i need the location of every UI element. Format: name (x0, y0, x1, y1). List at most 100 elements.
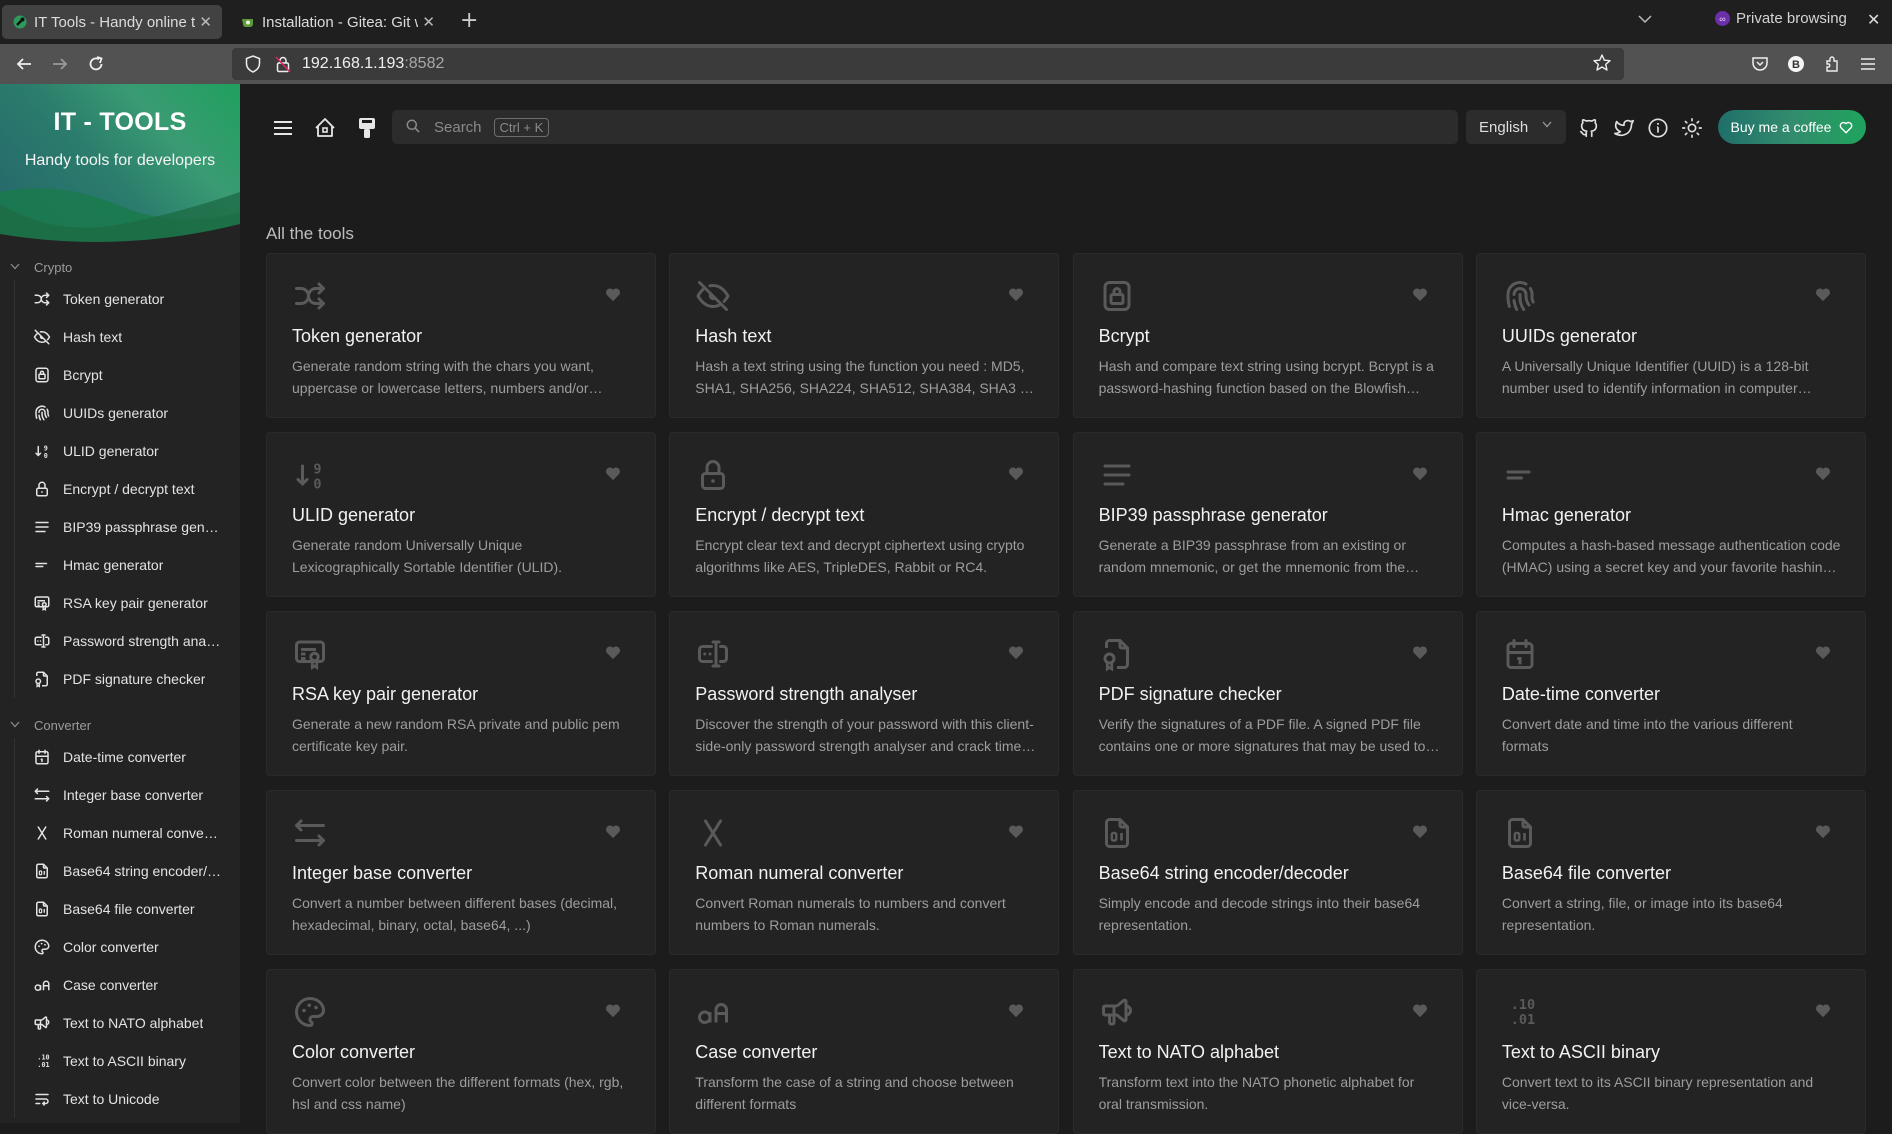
list-all-tabs-chevron-icon[interactable] (1638, 12, 1652, 28)
sidebar-item-hmac-generator[interactable]: Hmac generator (15, 546, 240, 584)
sidebar-item-base64-file-converter[interactable]: Base64 file converter (15, 890, 240, 928)
sidebar-item-text-to-nato-alphabet[interactable]: Text to NATO alphabet (15, 1004, 240, 1042)
github-icon[interactable] (1575, 114, 1603, 142)
theme-sun-icon[interactable] (1678, 114, 1706, 142)
favorite-heart-icon[interactable] (1008, 287, 1024, 306)
favorite-heart-icon[interactable] (1815, 1003, 1831, 1022)
favorite-heart-icon[interactable] (1008, 466, 1024, 485)
favorite-heart-icon[interactable] (1008, 1003, 1024, 1022)
sidebar-item-ulid-generator[interactable]: 9 0 ULID generator (15, 432, 240, 470)
tool-card-text-to-ascii-binary[interactable]: .10.01 Text to ASCII binary Convert text… (1475, 969, 1866, 1134)
favorite-heart-icon[interactable] (605, 466, 621, 485)
sidebar-hero-banner[interactable]: IT - TOOLS Handy tools for developers (0, 84, 240, 244)
insecure-lock-icon[interactable] (272, 53, 294, 75)
info-icon[interactable] (1644, 114, 1672, 142)
sidebar-item-case-converter[interactable]: Case converter (15, 966, 240, 1004)
twitter-icon[interactable] (1610, 114, 1638, 142)
sidebar-item-color-converter[interactable]: Color converter (15, 928, 240, 966)
sidebar-item-label: Case converter (63, 977, 158, 993)
sidebar-item-uuids-generator[interactable]: UUIDs generator (15, 394, 240, 432)
tool-card-uuids-generator[interactable]: UUIDs generator A Universally Unique Ide… (1475, 253, 1866, 418)
sidebar-item-roman-numeral-converter[interactable]: Roman numeral converter (15, 814, 240, 852)
tool-card-base64-file-converter[interactable]: Base64 file converter Convert a string, … (1475, 790, 1866, 955)
browser-tab-gitea[interactable]: Installation - Gitea: Git with a cup of … (230, 5, 445, 39)
tool-card-pdf-signature-checker[interactable]: PDF signature checker Verify the signatu… (1072, 611, 1463, 776)
search-input[interactable]: Search Ctrl + K (392, 110, 1458, 144)
language-select[interactable]: English (1466, 110, 1566, 144)
favorite-heart-icon[interactable] (1412, 466, 1428, 485)
sidebar-item-integer-base-converter[interactable]: Integer base converter (15, 776, 240, 814)
tool-card-encrypt-decrypt-text[interactable]: Encrypt / decrypt text Encrypt clear tex… (669, 432, 1060, 597)
favorite-heart-icon[interactable] (1815, 824, 1831, 843)
tool-card-integer-base-converter[interactable]: Integer base converter Convert a number … (266, 790, 656, 955)
sidebar-item-encrypt-decrypt-text[interactable]: Encrypt / decrypt text (15, 470, 240, 508)
menu-group-converter[interactable]: Converter (0, 712, 240, 738)
tool-card-bcrypt[interactable]: Bcrypt Hash and compare text string usin… (1072, 253, 1463, 418)
forward-arrow-icon[interactable] (48, 52, 72, 76)
menu-group-crypto[interactable]: Crypto (0, 254, 240, 280)
profile-avatar-icon[interactable]: B (1784, 52, 1808, 76)
sidebar-item-bcrypt[interactable]: Bcrypt (15, 356, 240, 394)
svg-text:.01: .01 (37, 1061, 49, 1069)
window-close-icon[interactable]: ✕ (1867, 10, 1880, 29)
sidebar-item-password-strength-analyser[interactable]: Password strength analyser (15, 622, 240, 660)
tool-card-ulid-generator[interactable]: 90 ULID generator Generate random Univer… (266, 432, 656, 597)
sidebar-item-hash-text[interactable]: Hash text (15, 318, 240, 356)
sidebar-item-rsa-key-pair-generator[interactable]: RSA key pair generator (15, 584, 240, 622)
tool-card-text-to-nato-alphabet[interactable]: Text to NATO alphabet Transform text int… (1072, 969, 1463, 1134)
fingerprint-icon (33, 404, 51, 422)
sidebar-item-bip39-passphrase-generator[interactable]: BIP39 passphrase generator (15, 508, 240, 546)
buy-me-a-coffee-button[interactable]: Buy me a coffee (1718, 110, 1866, 144)
sort-numeric-icon: 90 (292, 455, 332, 495)
url-port: :8582 (404, 55, 445, 72)
favorite-heart-icon[interactable] (1008, 645, 1024, 664)
favorite-heart-icon[interactable] (605, 1003, 621, 1022)
back-arrow-icon[interactable] (12, 52, 36, 76)
tracking-protection-shield-icon[interactable] (242, 53, 264, 75)
tool-card-password-strength-analyser[interactable]: Password strength analyser Discover the … (669, 611, 1060, 776)
tool-card-date-time-converter[interactable]: Date-time converter Convert date and tim… (1475, 611, 1866, 776)
favorite-heart-icon[interactable] (605, 824, 621, 843)
favorite-heart-icon[interactable] (605, 645, 621, 664)
favorite-heart-icon[interactable] (1815, 645, 1831, 664)
sidebar-item-pdf-signature-checker[interactable]: PDF signature checker (15, 660, 240, 698)
tool-card-color-converter[interactable]: Color converter Convert color between th… (266, 969, 656, 1134)
tool-card-hash-text[interactable]: Hash text Hash a text string using the f… (669, 253, 1060, 418)
sidebar-item-label: Base64 string encoder/decoder (63, 863, 221, 879)
tool-card-roman-numeral-converter[interactable]: Roman numeral converter Convert Roman nu… (669, 790, 1060, 955)
tab-close-icon[interactable]: ✕ (199, 13, 212, 31)
tool-card-hmac-generator[interactable]: Hmac generator Computes a hash-based mes… (1475, 432, 1866, 597)
address-bar[interactable]: 192.168.1.193:8582 (232, 48, 1624, 80)
favorite-heart-icon[interactable] (1412, 824, 1428, 843)
favorite-heart-icon[interactable] (1008, 824, 1024, 843)
tool-card-case-converter[interactable]: Case converter Transform the case of a s… (669, 969, 1060, 1134)
sidebar-item-label: RSA key pair generator (63, 595, 208, 611)
tool-card-bip39-passphrase-generator[interactable]: BIP39 passphrase generator Generate a BI… (1072, 432, 1463, 597)
favorite-heart-icon[interactable] (1412, 1003, 1428, 1022)
favorite-heart-icon[interactable] (1815, 287, 1831, 306)
new-tab-button[interactable]: + (460, 8, 478, 33)
sidebar-item-text-to-unicode[interactable]: Text to Unicode (15, 1080, 240, 1118)
favorite-heart-icon[interactable] (605, 287, 621, 306)
reload-icon[interactable] (84, 52, 108, 76)
favorite-heart-icon[interactable] (1412, 287, 1428, 306)
chevron-down-icon (10, 262, 24, 273)
favorite-heart-icon[interactable] (1412, 645, 1428, 664)
sidebar-item-date-time-converter[interactable]: Date-time converter (15, 738, 240, 776)
brush-ui-lib-icon[interactable] (353, 114, 381, 142)
tool-card-rsa-key-pair-generator[interactable]: RSA key pair generator Generate a new ra… (266, 611, 656, 776)
browser-tab-it-tools[interactable]: IT Tools - Handy online tools for develo… (2, 5, 222, 39)
bookmark-star-icon[interactable] (1592, 53, 1612, 77)
menu-toggle-hamburger-icon[interactable] (269, 114, 297, 142)
sidebar-item-token-generator[interactable]: Token generator (15, 280, 240, 318)
sidebar-item-text-to-ascii-binary[interactable]: .10.01 Text to ASCII binary (15, 1042, 240, 1080)
tab-close-icon[interactable]: ✕ (422, 13, 435, 31)
app-menu-hamburger-icon[interactable] (1856, 52, 1880, 76)
tool-card-base64-string-encoder-decoder[interactable]: Base64 string encoder/decoder Simply enc… (1072, 790, 1463, 955)
pocket-icon[interactable] (1748, 52, 1772, 76)
sidebar-item-base64-string-encoder-decoder[interactable]: Base64 string encoder/decoder (15, 852, 240, 890)
tool-card-token-generator[interactable]: Token generator Generate random string w… (266, 253, 656, 418)
extensions-puzzle-icon[interactable] (1820, 52, 1844, 76)
home-icon[interactable] (311, 114, 339, 142)
favorite-heart-icon[interactable] (1815, 466, 1831, 485)
